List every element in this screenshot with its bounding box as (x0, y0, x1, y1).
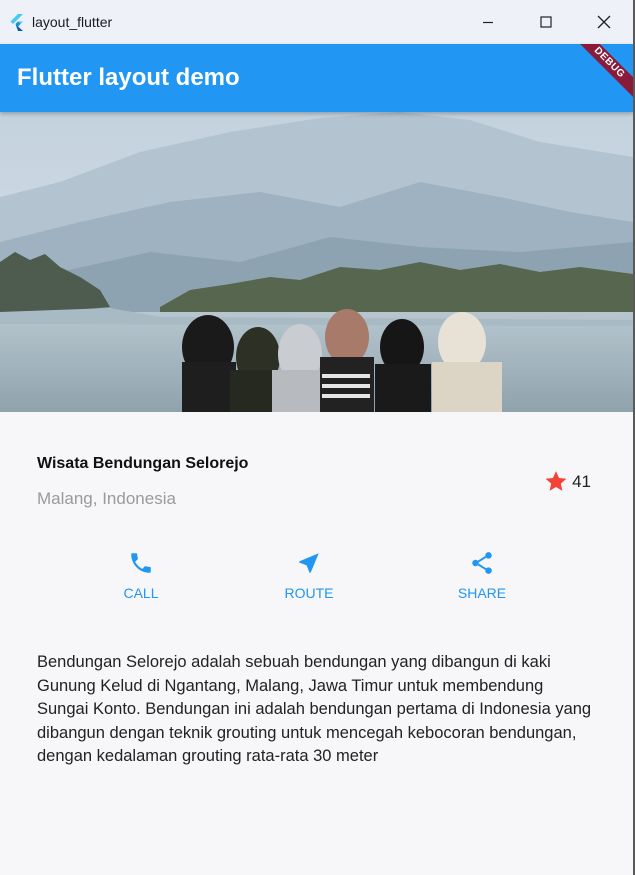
rating-count: 41 (572, 471, 591, 491)
window-titlebar[interactable]: layout_flutter (0, 0, 633, 44)
call-label: CALL (123, 585, 159, 601)
flutter-logo-icon (10, 14, 23, 31)
share-icon (472, 552, 492, 574)
call-button[interactable]: CALL (91, 550, 191, 601)
navigation-icon (299, 553, 319, 573)
title-section: Wisata Bendungan Selorejo Malang, Indone… (37, 455, 597, 515)
place-location: Malang, Indonesia (37, 489, 176, 508)
route-label: ROUTE (284, 585, 334, 601)
hero-image (0, 112, 633, 412)
share-label: SHARE (457, 585, 507, 601)
app-bar: Flutter layout demo DEBUG (0, 44, 633, 112)
app-bar-title: Flutter layout demo (17, 64, 240, 91)
window-title: layout_flutter (32, 14, 113, 30)
route-button[interactable]: ROUTE (259, 550, 359, 601)
lake-landscape-image (0, 112, 633, 412)
description-text: Bendungan Selorejo adalah sebuah bendung… (37, 653, 592, 765)
close-icon (597, 15, 611, 29)
maximize-icon (540, 16, 552, 28)
minimize-icon (483, 21, 493, 24)
debug-banner: DEBUG (570, 44, 633, 102)
star-icon[interactable] (543, 469, 569, 494)
place-name: Wisata Bendungan Selorejo (37, 455, 249, 472)
minimize-button[interactable] (459, 0, 517, 44)
rating: 41 (543, 469, 591, 494)
share-button[interactable]: SHARE (432, 550, 532, 601)
close-button[interactable] (575, 0, 633, 44)
maximize-button[interactable] (517, 0, 575, 44)
phone-icon (131, 553, 151, 573)
window-controls (459, 0, 633, 44)
app-window: layout_flutter Flutter layout demo DEBUG… (0, 0, 635, 875)
